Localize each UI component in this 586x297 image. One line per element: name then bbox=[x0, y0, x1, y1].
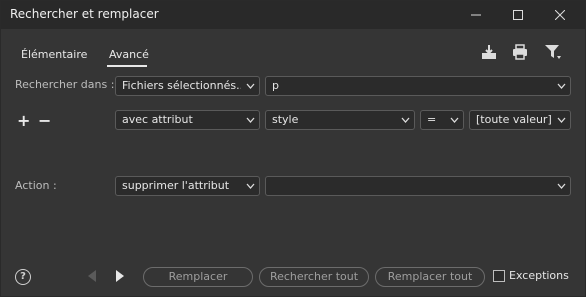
print-button[interactable] bbox=[509, 41, 531, 63]
find-all-button[interactable]: Rechercher tout bbox=[259, 267, 369, 287]
action-value-combobox[interactable] bbox=[265, 176, 571, 196]
replace-all-button[interactable]: Remplacer tout bbox=[375, 267, 485, 287]
action-type-dropdown[interactable]: supprimer l'attribut bbox=[115, 176, 260, 196]
help-button[interactable]: ? bbox=[15, 269, 31, 285]
attribute-value-value: [toute valeur] bbox=[476, 113, 552, 126]
next-arrow-icon[interactable] bbox=[115, 269, 125, 283]
condition-type-dropdown[interactable]: avec attribut bbox=[115, 110, 260, 130]
close-button[interactable] bbox=[541, 1, 579, 29]
active-tab-indicator bbox=[107, 65, 147, 67]
chevron-down-icon bbox=[399, 111, 411, 129]
exceptions-checkbox[interactable] bbox=[493, 270, 505, 282]
previous-arrow-icon[interactable] bbox=[87, 269, 97, 283]
find-replace-window: Rechercher et remplacer Élémentaire Avan… bbox=[0, 0, 586, 297]
tab-elementaire[interactable]: Élémentaire bbox=[21, 48, 87, 61]
chevron-down-icon bbox=[448, 111, 460, 129]
save-icon bbox=[482, 45, 496, 59]
title-bar: Rechercher et remplacer bbox=[1, 1, 585, 29]
exceptions-label: Exceptions bbox=[509, 269, 569, 282]
chevron-down-icon bbox=[555, 77, 567, 95]
attribute-value-combobox[interactable]: [toute valeur] bbox=[469, 110, 571, 130]
action-label: Action : bbox=[15, 179, 57, 192]
save-query-button[interactable] bbox=[478, 41, 500, 63]
minimize-icon bbox=[471, 14, 481, 16]
tag-value: p bbox=[272, 79, 279, 92]
replace-button[interactable]: Remplacer bbox=[143, 267, 253, 287]
attribute-value: style bbox=[272, 113, 299, 126]
filter-icon bbox=[545, 45, 561, 59]
chevron-down-icon bbox=[244, 77, 256, 95]
tag-combobox[interactable]: p bbox=[265, 76, 571, 96]
add-condition-button[interactable]: + bbox=[17, 111, 30, 130]
search-in-label: Rechercher dans : bbox=[15, 78, 115, 91]
filter-button[interactable] bbox=[542, 41, 564, 63]
chevron-down-icon bbox=[244, 177, 256, 195]
remove-condition-button[interactable]: − bbox=[38, 111, 51, 130]
chevron-down-icon bbox=[244, 111, 256, 129]
operator-value: = bbox=[427, 113, 437, 126]
action-type-value: supprimer l'attribut bbox=[122, 179, 230, 192]
minimize-button[interactable] bbox=[457, 1, 495, 29]
maximize-button[interactable] bbox=[499, 1, 537, 29]
operator-dropdown[interactable]: = bbox=[420, 110, 464, 130]
search-scope-value: Fichiers sélectionnés... bbox=[122, 79, 241, 92]
chevron-down-icon bbox=[555, 111, 567, 129]
close-icon bbox=[555, 10, 565, 20]
chevron-down-icon bbox=[555, 177, 567, 195]
attribute-combobox[interactable]: style bbox=[265, 110, 415, 130]
condition-type-value: avec attribut bbox=[122, 113, 193, 126]
print-icon bbox=[513, 44, 527, 60]
tab-avance[interactable]: Avancé bbox=[109, 48, 149, 61]
window-title: Rechercher et remplacer bbox=[10, 7, 159, 21]
search-scope-dropdown[interactable]: Fichiers sélectionnés... bbox=[115, 76, 260, 96]
maximize-icon bbox=[513, 10, 523, 20]
